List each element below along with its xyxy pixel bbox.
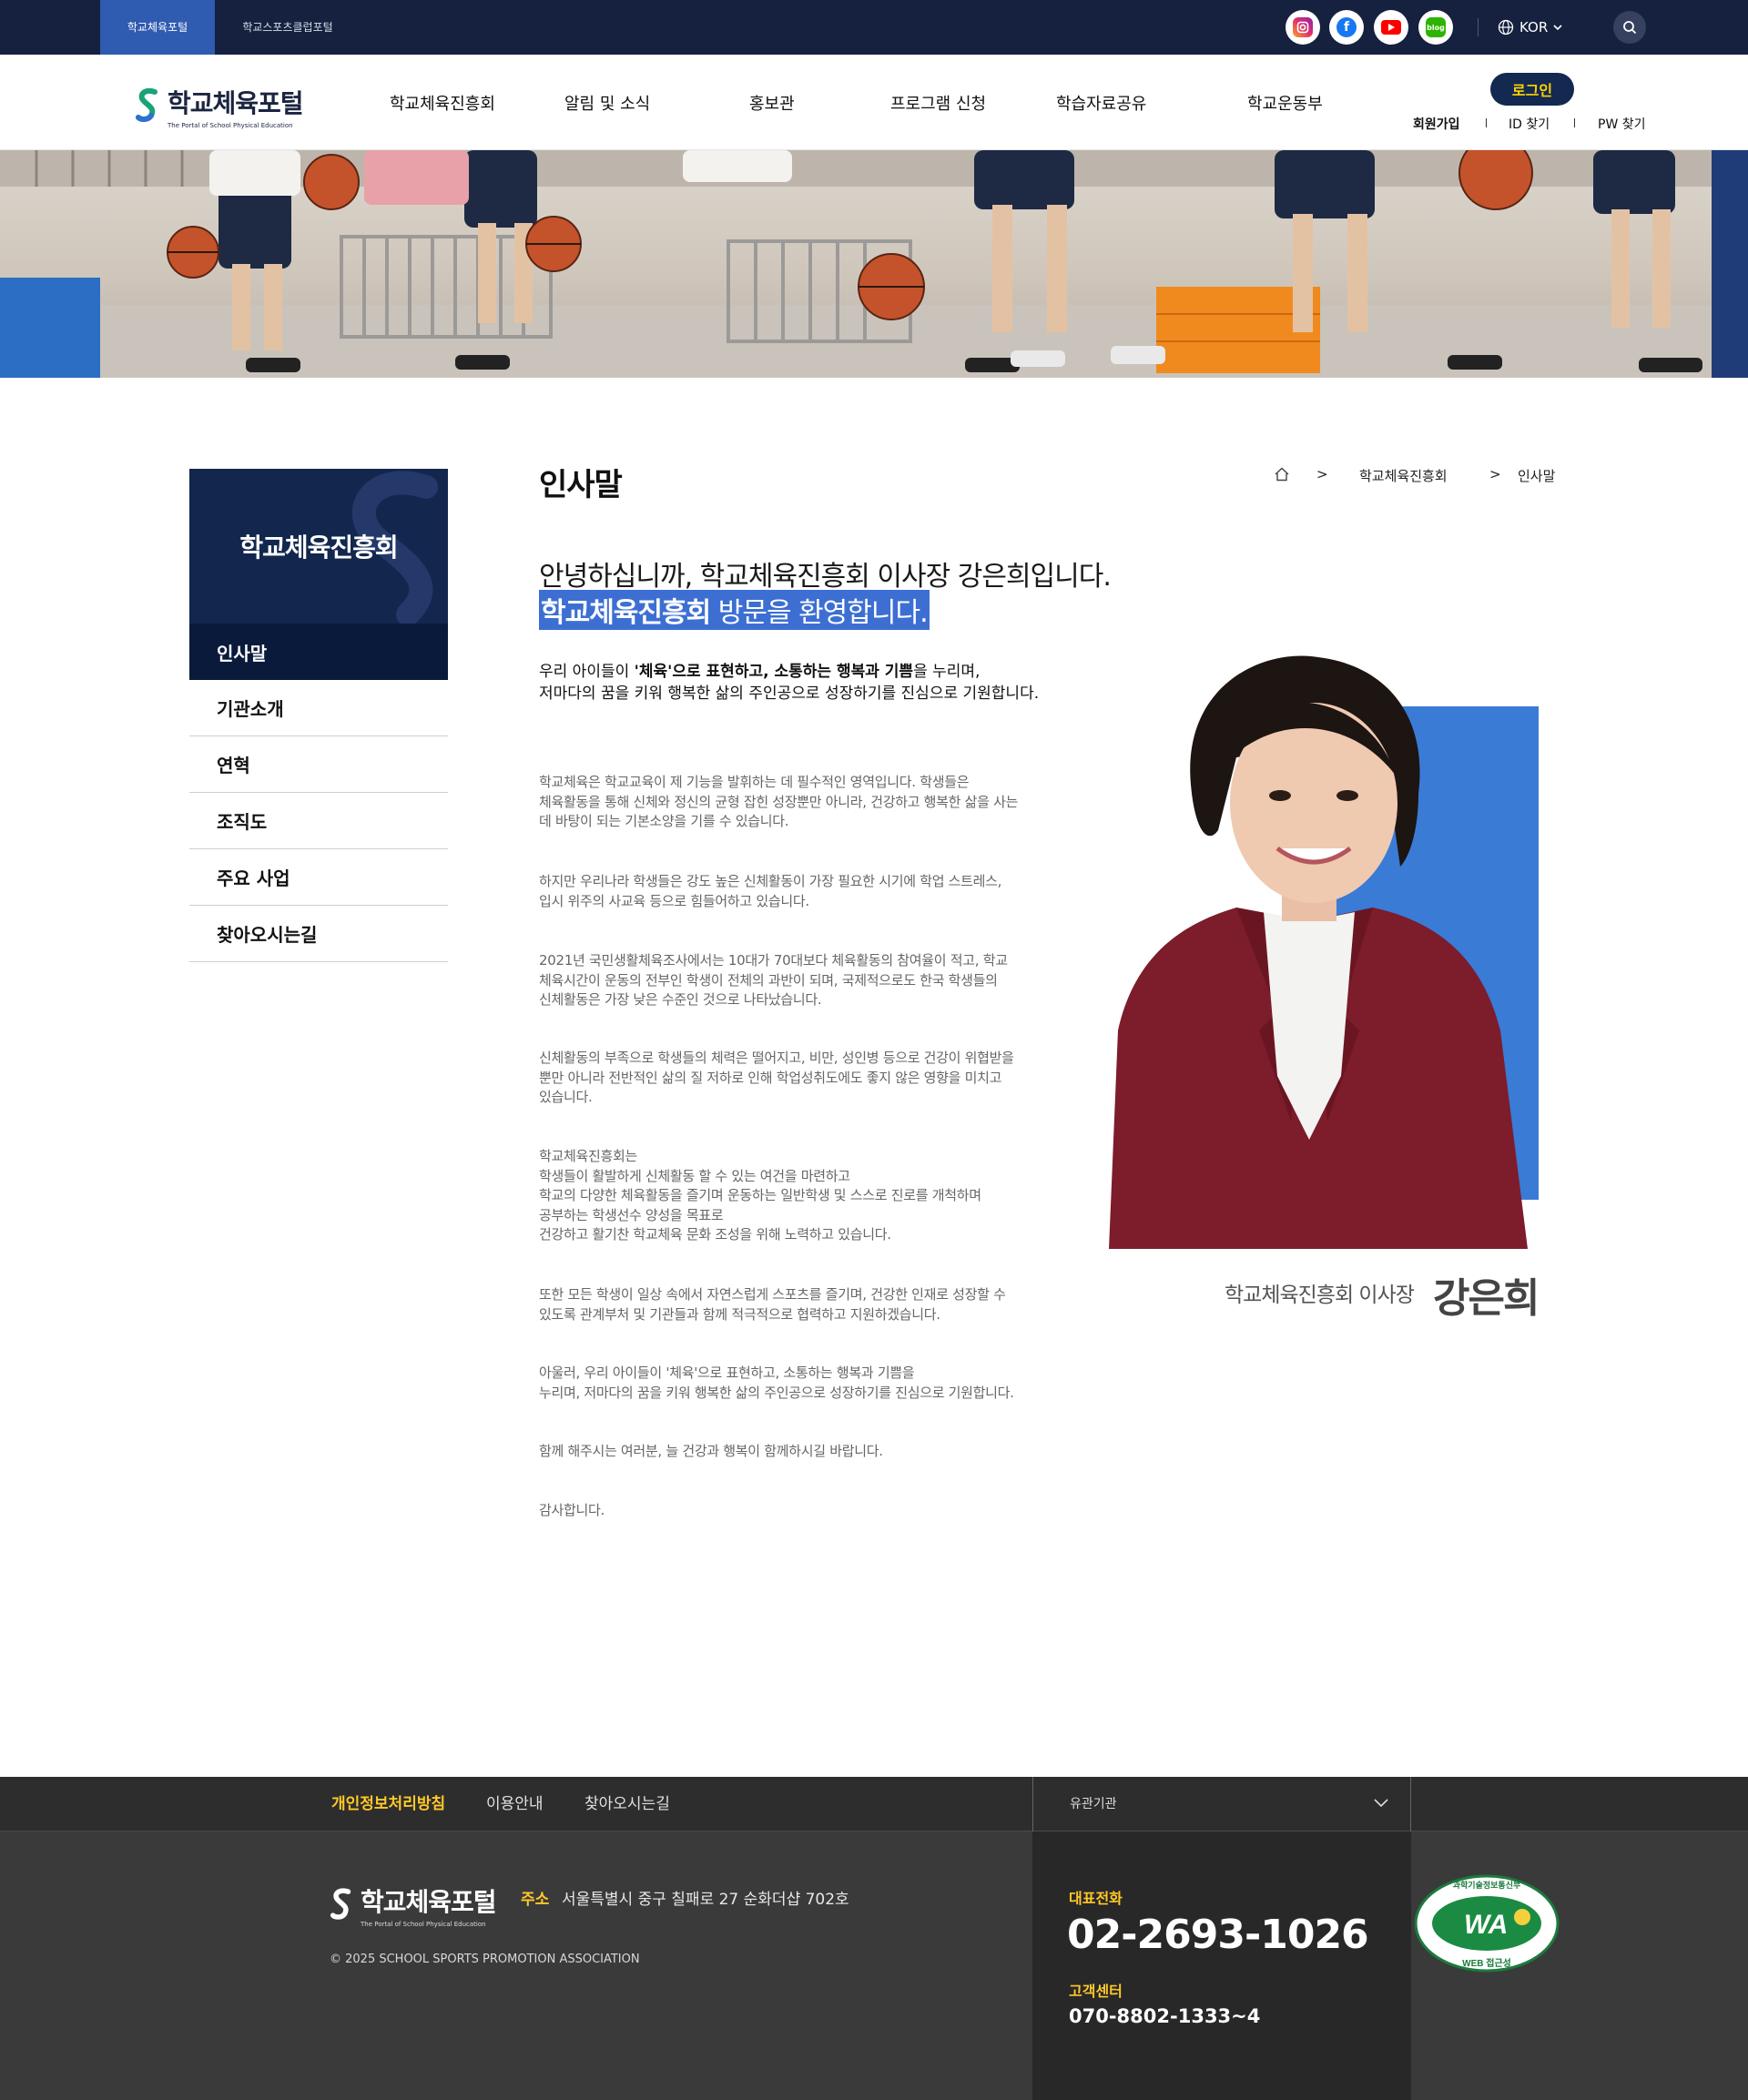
footer-logo: 학교체육포털 The Portal of School Physical Edu… — [330, 1882, 497, 1928]
language-label: KOR — [1519, 19, 1549, 36]
divider — [1486, 118, 1487, 127]
facebook-icon: f — [1336, 17, 1357, 37]
body-paragraph: 학교체육은 학교교육이 제 기능을 발휘하는 데 필수적인 영역입니다. 학생들… — [539, 774, 1019, 829]
sidebar-item-greeting[interactable]: 인사말 — [189, 624, 448, 680]
lead-text-line2: 저마다의 꿈을 키워 행복한 삶의 주인공으로 성장하기를 진심으로 기원합니다… — [539, 685, 1040, 703]
main-phone-number: 02-2693-1026 — [1067, 1912, 1369, 1958]
youtube-link[interactable] — [1374, 10, 1408, 45]
breadcrumb-separator: > — [1316, 466, 1328, 482]
ceo-portrait-image — [1109, 655, 1528, 1249]
svg-text:WEB 접근성: WEB 접근성 — [1462, 1957, 1511, 1969]
sidebar-header: 학교체육진흥회 — [189, 469, 448, 624]
web-accessibility-mark-icon: WA 과학기술정보통신부 WEB 접근성 — [1414, 1874, 1560, 1973]
breadcrumb-item[interactable]: 학교체육진흥회 — [1359, 466, 1448, 485]
divider — [1574, 118, 1575, 127]
signup-link[interactable]: 회원가입 — [1413, 115, 1460, 133]
body-paragraph: 하지만 우리나라 학생들은 강도 높은 신체활동이 가장 필요한 시기에 학업 … — [539, 873, 1002, 909]
body-paragraph: 학교체육진흥회는 학생들이 활발하게 신체활동 할 수 있는 여건을 마련하고 … — [539, 1148, 981, 1243]
chevron-down-icon — [1374, 1799, 1388, 1808]
footer-nav-bar: 개인정보처리방침 이용안내 찾아오시는길 — [0, 1777, 1748, 1831]
nav-item-promotion-association[interactable]: 학교체육진흥회 — [390, 55, 495, 150]
welcome-headline-rest: 방문을 환영합니다. — [710, 597, 929, 629]
welcome-headline-bold: 학교체육진흥회 — [541, 597, 711, 629]
instagram-icon — [1293, 17, 1313, 37]
hero-banner-image — [0, 150, 1748, 378]
facebook-link[interactable]: f — [1329, 10, 1364, 45]
blog-icon: blog — [1426, 17, 1446, 37]
portal-tab-sports-club[interactable]: 학교스포츠클럽포털 — [215, 0, 361, 55]
body-paragraph: 또한 모든 학생이 일상 속에서 자연스럽게 스포츠를 즐기며, 건강한 인재로… — [539, 1286, 1006, 1323]
sidebar-title: 학교체육진흥회 — [239, 533, 398, 563]
ceo-name: 강은희 — [1433, 1275, 1540, 1322]
body-paragraph: 함께 해주시는 여러분, 늘 건강과 행복이 함께하시길 바랍니다. — [539, 1443, 883, 1459]
address-label: 주소 — [521, 1891, 550, 1909]
logo-title: 학교체육포털 — [168, 88, 304, 118]
page-title: 인사말 — [539, 467, 623, 503]
youtube-icon — [1381, 20, 1401, 35]
blog-link[interactable]: blog — [1418, 10, 1453, 45]
breadcrumb-separator: > — [1489, 466, 1501, 482]
family-site-select[interactable]: 유관기관 — [1032, 1777, 1411, 1831]
nav-item-pr-hall[interactable]: 홍보관 — [749, 55, 795, 150]
svg-text:WA: WA — [1464, 1910, 1508, 1940]
footer-link-usage-guide[interactable]: 이용안내 — [486, 1777, 544, 1831]
body-paragraph: 신체활동의 부족으로 학생들의 체력은 떨어지고, 비만, 성인병 등으로 건강… — [539, 1050, 1014, 1105]
footer-link-directions[interactable]: 찾아오시는길 — [584, 1777, 670, 1831]
divider — [1478, 18, 1479, 36]
logo-subtitle: The Portal of School Physical Education — [168, 122, 293, 129]
body-paragraph: 아울러, 우리 아이들이 '체육'으로 표현하고, 소통하는 행복과 기쁨을 누… — [539, 1364, 1014, 1401]
nav-item-school-athletic-teams[interactable]: 학교운동부 — [1247, 55, 1323, 150]
greeting-headline: 안녕하십니까, 학교체육진흥회 이사장 강은희입니다. — [539, 561, 1112, 593]
sidebar-item-about[interactable]: 기관소개 — [189, 680, 448, 736]
find-pw-link[interactable]: PW 찾기 — [1598, 115, 1646, 133]
ceo-position: 학교체육진흥회 이사장 — [1225, 1283, 1415, 1307]
breadcrumb-home[interactable] — [1274, 466, 1290, 486]
nav-item-news[interactable]: 알림 및 소식 — [564, 55, 650, 150]
portal-tab-school-pe[interactable]: 학교체육포털 — [100, 0, 215, 55]
footer-link-privacy[interactable]: 개인정보처리방침 — [331, 1777, 445, 1831]
language-select[interactable]: KOR — [1498, 0, 1562, 55]
site-header: 학교체육포털 The Portal of School Physical Edu… — [0, 55, 1748, 150]
lead-text-part: 우리 아이들이 — [539, 663, 635, 681]
search-icon — [1623, 21, 1637, 35]
sidebar-item-major-projects[interactable]: 주요 사업 — [189, 849, 448, 906]
footer-logo-subtitle: The Portal of School Physical Education — [361, 1921, 486, 1928]
sidebar-item-organization[interactable]: 조직도 — [189, 793, 448, 849]
footer-logo-title: 학교체육포털 — [361, 1887, 497, 1917]
site-logo[interactable]: 학교체육포털 The Portal of School Physical Edu… — [135, 84, 304, 129]
top-utility-bar: 학교체육포털 학교스포츠클럽포털 f blog KOR — [0, 0, 1748, 55]
lead-text-bold: '체육'으로 표현하고, 소통하는 행복과 기쁨 — [634, 663, 914, 681]
footer-contact-panel — [1032, 1831, 1411, 2100]
lead-text-part: 을 누리며, — [913, 663, 981, 681]
find-id-link[interactable]: ID 찾기 — [1509, 115, 1550, 133]
globe-icon — [1498, 19, 1514, 36]
breadcrumb-current: 인사말 — [1518, 468, 1556, 484]
home-icon — [1275, 467, 1289, 482]
address-text: 서울특별시 중구 칠패로 27 순화더샵 702호 — [562, 1891, 849, 1909]
nav-item-learning-materials[interactable]: 학습자료공유 — [1056, 55, 1146, 150]
body-paragraph: 감사합니다. — [539, 1502, 605, 1518]
logo-mark-icon — [330, 1888, 351, 1920]
login-button[interactable]: 로그인 — [1490, 73, 1574, 106]
family-site-label: 유관기관 — [1070, 1797, 1117, 1811]
nav-item-program-apply[interactable]: 프로그램 신청 — [890, 55, 986, 150]
svg-text:과학기술정보통신부: 과학기술정보통신부 — [1453, 1880, 1521, 1890]
lead-text: 우리 아이들이 '체육'으로 표현하고, 소통하는 행복과 기쁨을 누리며, 저… — [539, 661, 1085, 705]
body-paragraph: 2021년 국민생활체육조사에서는 10대가 70대보다 체육활동의 참여율이 … — [539, 952, 1008, 1008]
instagram-link[interactable] — [1286, 10, 1320, 45]
logo-mark-icon — [136, 88, 158, 122]
customer-center-label: 고객센터 — [1069, 1983, 1123, 2000]
main-phone-label: 대표전화 — [1069, 1890, 1123, 1907]
search-button[interactable] — [1613, 11, 1646, 44]
sidebar-item-history[interactable]: 연혁 — [189, 736, 448, 793]
copyright-text: © 2025 SCHOOL SPORTS PROMOTION ASSOCIATI… — [330, 1953, 640, 1966]
customer-center-number: 070-8802-1333~4 — [1069, 2005, 1261, 2027]
welcome-headline-highlighted: 학교체육진흥회 방문을 환영합니다. — [539, 590, 930, 630]
sidebar-item-directions[interactable]: 찾아오시는길 — [189, 906, 448, 962]
chevron-down-icon — [1553, 25, 1562, 31]
